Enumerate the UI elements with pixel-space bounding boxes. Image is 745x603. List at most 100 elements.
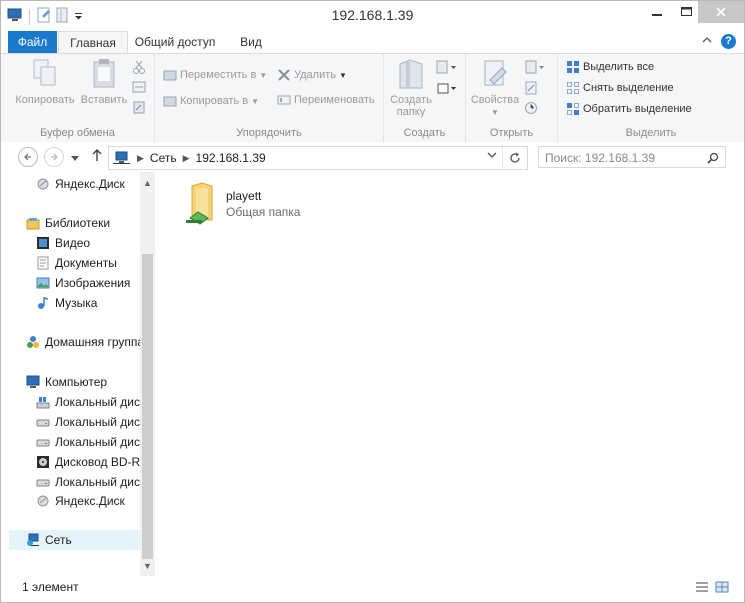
breadcrumb-separator-icon[interactable]: ▶ bbox=[137, 153, 144, 164]
help-icon[interactable]: ? bbox=[721, 34, 736, 49]
cut-icon[interactable] bbox=[132, 60, 146, 77]
forward-button[interactable] bbox=[44, 147, 64, 167]
computer-icon bbox=[26, 375, 40, 388]
nav-item-local-disk-2[interactable]: Локальный диск bbox=[36, 415, 145, 429]
system-drive-icon bbox=[36, 397, 50, 409]
nav-item-documents[interactable]: Документы bbox=[36, 256, 117, 270]
paste-icon bbox=[89, 58, 119, 90]
group-label-select: Выделить bbox=[625, 127, 677, 139]
nav-item-yandex-disk[interactable]: Яндекс.Диск bbox=[36, 177, 125, 191]
paste-button[interactable]: Вставить bbox=[79, 58, 129, 106]
tab-view[interactable]: Вид bbox=[226, 31, 276, 53]
delete-button[interactable]: Удалить ▼ bbox=[277, 68, 347, 82]
nav-item-label: Локальный диск bbox=[55, 435, 146, 449]
nav-item-music[interactable]: Музыка bbox=[36, 296, 97, 310]
search-placeholder: Поиск: 192.168.1.39 bbox=[545, 151, 655, 165]
edit-icon[interactable] bbox=[524, 81, 538, 98]
select-none-button[interactable]: Снять выделение bbox=[566, 81, 674, 95]
nav-item-computer[interactable]: Компьютер bbox=[26, 375, 107, 389]
minimize-button[interactable] bbox=[637, 1, 677, 23]
group-label-open: Открыть bbox=[489, 127, 534, 139]
scroll-up-icon[interactable]: ▲ bbox=[140, 178, 155, 188]
folder-name: playett bbox=[226, 189, 262, 203]
nav-scrollbar[interactable]: ▲ ▼ bbox=[140, 172, 155, 576]
paste-shortcut-icon[interactable] bbox=[132, 100, 146, 117]
yandex-disk-icon bbox=[37, 178, 49, 190]
address-bar[interactable]: ▶ Сеть ▶ 192.168.1.39 bbox=[108, 146, 528, 170]
nav-item-label: Яндекс.Диск bbox=[55, 177, 125, 191]
ribbon: Копировать Вставить Буфер обмена Перемес… bbox=[1, 53, 744, 143]
breadcrumb-separator-icon[interactable]: ▶ bbox=[183, 153, 190, 164]
nav-item-label: Компьютер bbox=[45, 375, 108, 389]
open-icon[interactable] bbox=[524, 60, 546, 77]
breadcrumb-network[interactable]: Сеть bbox=[150, 151, 177, 165]
nav-item-local-disk-1[interactable]: Локальный диск bbox=[36, 395, 145, 409]
pictures-icon bbox=[36, 277, 50, 289]
search-icon[interactable] bbox=[707, 147, 719, 171]
libraries-icon bbox=[26, 218, 40, 230]
copy-path-icon[interactable] bbox=[132, 81, 146, 96]
properties-button[interactable]: Свойства ▼ bbox=[470, 58, 520, 119]
window-title: 192.168.1.39 bbox=[331, 7, 414, 23]
homegroup-icon bbox=[27, 336, 39, 348]
video-icon bbox=[37, 237, 49, 249]
back-button[interactable] bbox=[18, 147, 38, 167]
properties-label: Свойства bbox=[470, 94, 520, 106]
history-icon[interactable] bbox=[524, 101, 538, 118]
move-to-button[interactable]: Переместить в ▼ bbox=[163, 68, 267, 82]
folder-type: Общая папка bbox=[226, 205, 301, 219]
refresh-button[interactable] bbox=[502, 147, 527, 169]
scroll-thumb[interactable] bbox=[142, 254, 153, 559]
tab-home[interactable]: Главная bbox=[58, 31, 128, 54]
nav-item-local-disk-4[interactable]: Локальный диск bbox=[36, 475, 145, 489]
search-input[interactable]: Поиск: 192.168.1.39 bbox=[538, 146, 726, 168]
nav-item-pictures[interactable]: Изображения bbox=[36, 276, 130, 290]
easy-access-icon[interactable] bbox=[436, 81, 458, 98]
nav-item-label: Яндекс.Диск bbox=[55, 494, 125, 508]
chevron-down-icon[interactable] bbox=[487, 150, 497, 163]
scroll-down-icon[interactable]: ▼ bbox=[140, 561, 155, 571]
nav-item-label: Локальный диск bbox=[55, 395, 146, 409]
folder-icon bbox=[396, 58, 426, 90]
select-all-button[interactable]: Выделить все bbox=[566, 60, 654, 74]
new-item-icon[interactable] bbox=[436, 60, 458, 77]
nav-item-label: Изображения bbox=[55, 276, 131, 290]
maximize-button[interactable] bbox=[672, 1, 700, 23]
tab-share[interactable]: Общий доступ bbox=[129, 31, 221, 53]
invert-selection-button[interactable]: Обратить выделение bbox=[566, 102, 692, 116]
yandex-disk-icon bbox=[37, 495, 49, 507]
large-icons-view-icon[interactable] bbox=[715, 581, 729, 593]
drive-icon bbox=[36, 479, 50, 487]
nav-item-libraries[interactable]: Библиотеки bbox=[26, 216, 110, 230]
nav-item-bd-rom[interactable]: Дисковод BD-ROM bbox=[36, 455, 155, 469]
rename-button[interactable]: Переименовать bbox=[277, 94, 375, 106]
rename-icon bbox=[277, 95, 291, 105]
details-view-icon[interactable] bbox=[695, 581, 709, 593]
breadcrumb-host[interactable]: 192.168.1.39 bbox=[196, 151, 266, 165]
properties-large-icon bbox=[480, 58, 510, 90]
item-count: 1 элемент bbox=[22, 580, 79, 594]
tab-file[interactable]: Файл bbox=[8, 31, 57, 53]
nav-item-homegroup[interactable]: Домашняя группа bbox=[26, 335, 144, 349]
documents-icon bbox=[37, 256, 49, 270]
up-arrow-icon[interactable] bbox=[91, 148, 103, 165]
nav-item-network[interactable]: Сеть bbox=[26, 533, 72, 547]
new-folder-button[interactable]: Создать папку bbox=[386, 58, 436, 118]
paste-label: Вставить bbox=[80, 94, 128, 106]
list-item[interactable]: playett Общая папка bbox=[186, 182, 366, 232]
recent-locations-icon[interactable] bbox=[71, 151, 79, 165]
nav-item-local-disk-3[interactable]: Локальный диск bbox=[36, 435, 145, 449]
drive-icon bbox=[36, 419, 50, 427]
properties-dropdown[interactable]: ▼ bbox=[491, 108, 499, 117]
nav-item-yandex-disk-2[interactable]: Яндекс.Диск bbox=[36, 494, 125, 508]
copy-button[interactable]: Копировать bbox=[13, 58, 77, 106]
explorer-window: 192.168.1.39 Файл Главная Общий доступ В… bbox=[0, 0, 745, 603]
invert-selection-icon bbox=[567, 103, 579, 115]
group-label-organize: Упорядочить bbox=[236, 127, 302, 139]
copy-to-button[interactable]: Копировать в ▼ bbox=[163, 94, 259, 108]
new-folder-label-2: папку bbox=[396, 106, 426, 118]
navigation-bar: ▶ Сеть ▶ 192.168.1.39 Поиск: 192.168.1.3… bbox=[1, 142, 744, 172]
close-button[interactable] bbox=[698, 1, 744, 23]
nav-item-video[interactable]: Видео bbox=[36, 236, 90, 250]
chevron-up-icon[interactable] bbox=[702, 35, 712, 48]
